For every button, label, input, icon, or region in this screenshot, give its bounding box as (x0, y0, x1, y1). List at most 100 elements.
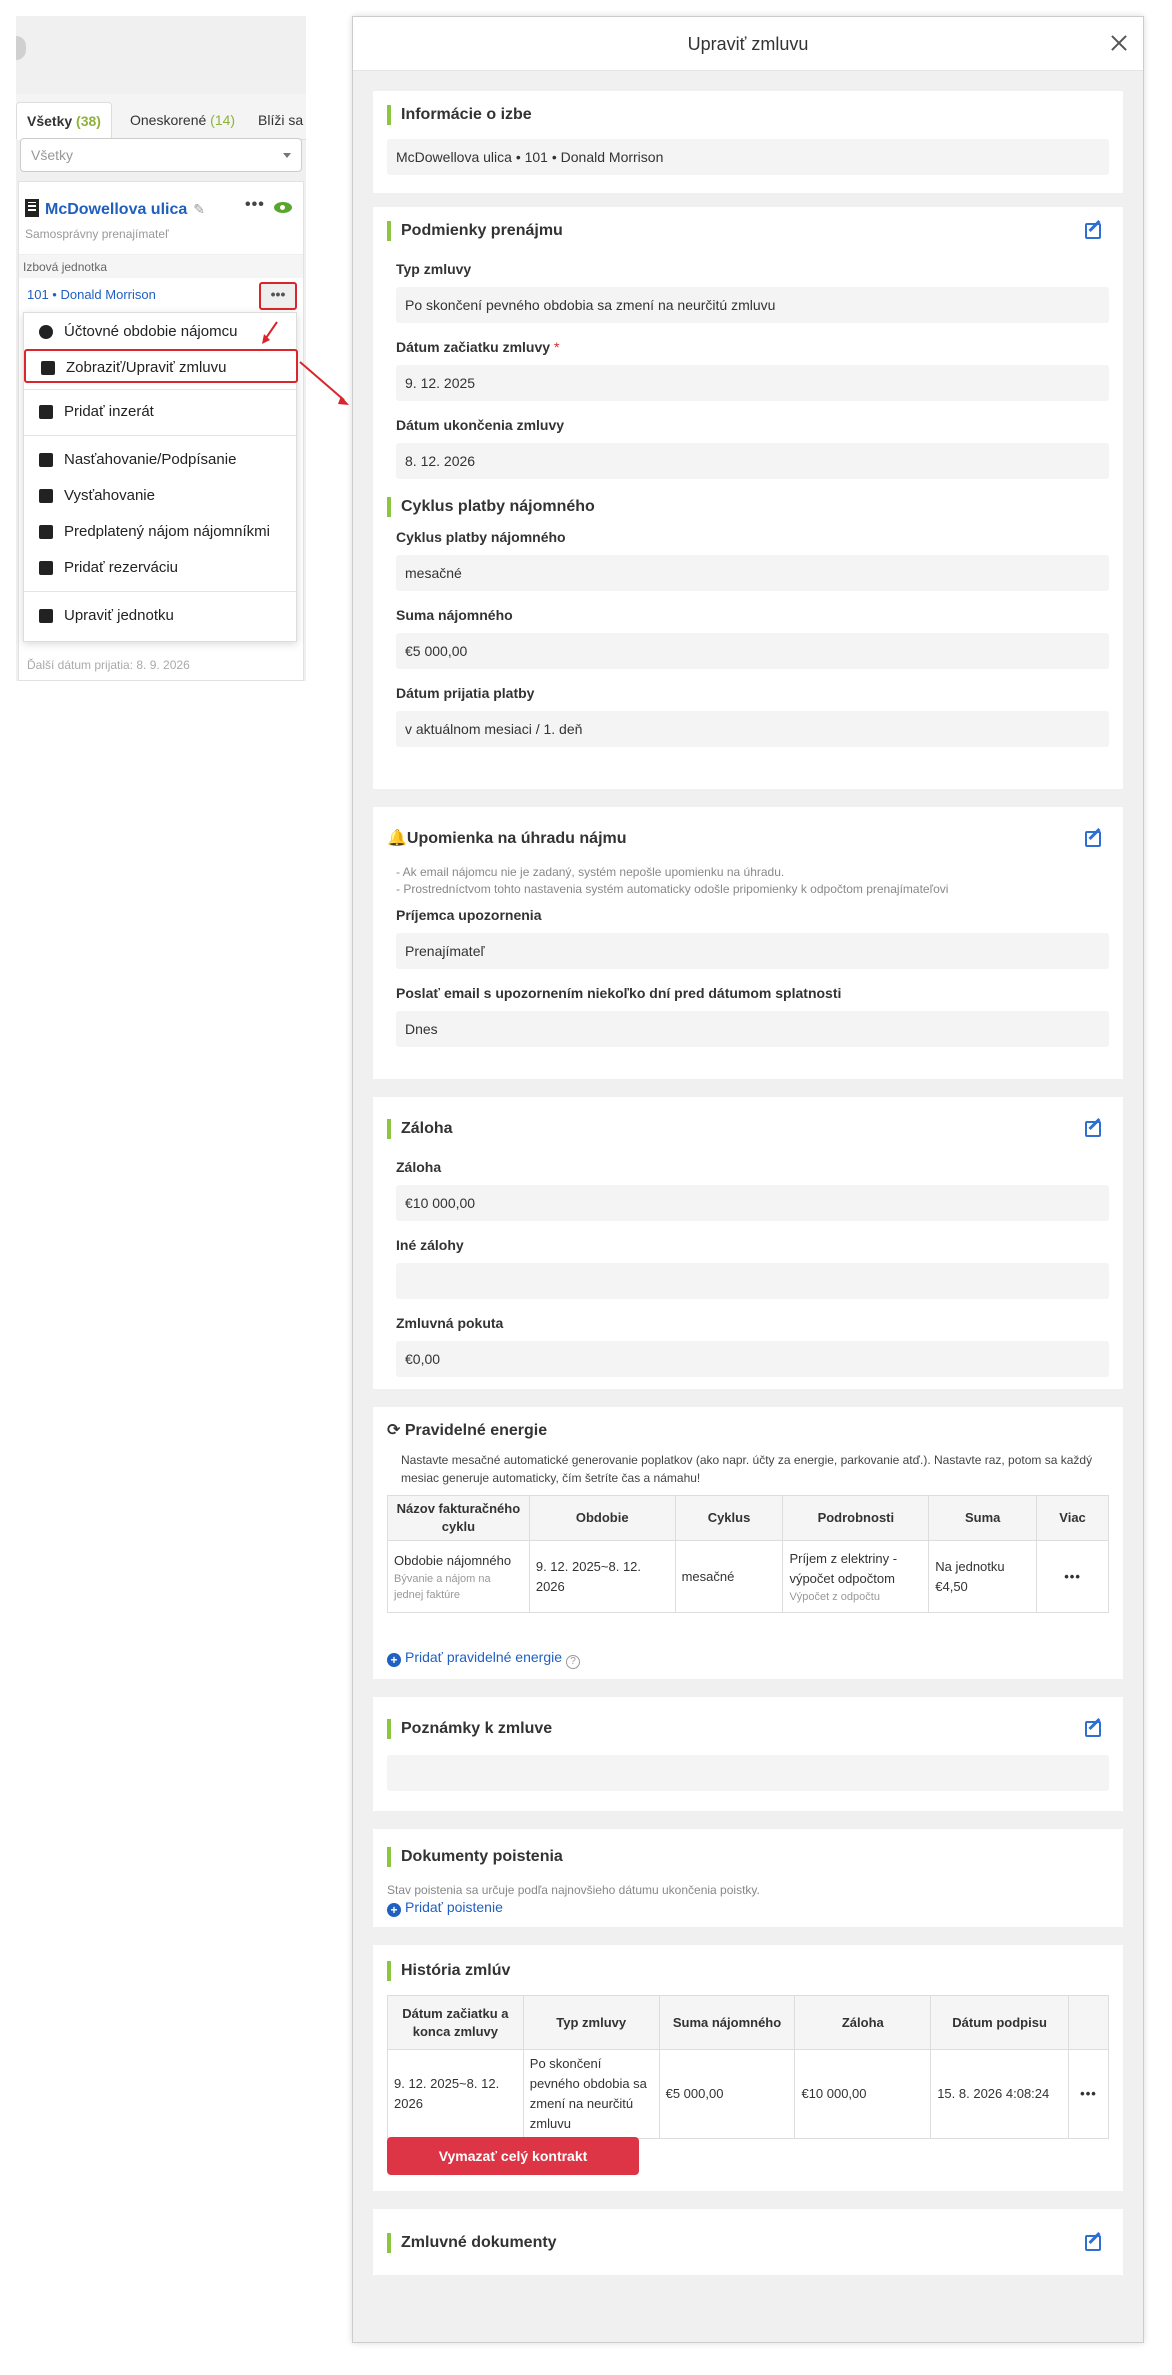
menu-item-billing-period[interactable]: Účtovné obdobie nájomcu (24, 315, 296, 349)
utility-name: Obdobie nájomného (394, 1552, 512, 1568)
penalty-value: €0,00 (396, 1341, 1109, 1377)
edit-icon[interactable] (1085, 223, 1101, 239)
pen-icon (39, 453, 53, 467)
reminder-note: - Prostredníctvom tohto nastavenia systé… (396, 882, 949, 896)
menu-item-label: Nasťahovanie/Podpísanie (64, 451, 237, 468)
eye-icon[interactable] (274, 202, 292, 213)
cell-rent: €5 000,00 (658, 2049, 796, 2139)
payment-cycle-value: mesačné (396, 555, 1109, 591)
menu-item-label: Zobraziť/Upraviť zmluvu (66, 359, 227, 376)
edit-icon[interactable] (1085, 831, 1101, 847)
insurance-note: Stav poistenia sa určuje podľa najnovšie… (387, 1883, 760, 1897)
rent-reminder-section: 🔔Upomienka na úhradu nájmu - Ak email ná… (373, 807, 1123, 1079)
insurance-section: Dokumenty poistenia Stav poistenia sa ur… (373, 1829, 1123, 1927)
edit-icon[interactable] (1085, 2235, 1101, 2251)
menu-item-add-listing[interactable]: Pridať inzerát (24, 395, 296, 429)
section-heading: Záloha (387, 1119, 453, 1139)
utilities-description: Nastavte mesačné automatické generovanie… (401, 1453, 1093, 1485)
property-title[interactable]: McDowellova ulica ✎ (25, 199, 205, 219)
section-heading: Zmluvné dokumenty (387, 2233, 557, 2253)
calendar-icon (39, 561, 53, 575)
unit-more-button[interactable]: ••• (259, 282, 297, 310)
add-utility-link[interactable]: + Pridať pravidelné energie? (387, 1649, 581, 1669)
field-label: Iné zálohy (396, 1237, 464, 1253)
other-deposits-value (396, 1263, 1109, 1299)
divider (24, 591, 296, 592)
help-icon[interactable]: ? (566, 1655, 581, 1669)
table-row: 9. 12. 2025~8. 12. 2026 Po skončení pevn… (387, 2049, 1110, 2139)
property-subtitle: Samosprávny prenajímateľ (25, 227, 169, 241)
cell-dates: 9. 12. 2025~8. 12. 2026 (387, 2049, 524, 2139)
reminder-days-value: Dnes (396, 1011, 1109, 1047)
cell-deposit: €10 000,00 (794, 2049, 932, 2139)
annotation-arrow (299, 361, 345, 401)
column-header: Suma nájomného (658, 1995, 796, 2050)
field-label: Príjemca upozornenia (396, 907, 542, 923)
recurring-utilities-section: ⟳ Pravidelné energie Nastavte mesačné au… (373, 1407, 1123, 1679)
recipient-value: Prenajímateľ (396, 933, 1109, 969)
menu-item-move-out[interactable]: Vysťahovanie (24, 479, 296, 513)
contract-notes-section: Poznámky k zmluve (373, 1697, 1123, 1811)
tab-all[interactable]: Všetky (38) (16, 102, 112, 140)
drawer-title: Upraviť zmluvu (687, 34, 809, 54)
room-info-value: McDowellova ulica • 101 • Donald Morriso… (387, 139, 1109, 175)
tab-upcoming[interactable]: Blíži sa (248, 102, 306, 140)
row-more-button[interactable]: ••• (1036, 1540, 1109, 1613)
end-date-value: 8. 12. 2026 (396, 443, 1109, 479)
contract-history-section: História zmlúv Dátum začiatku a konca zm… (373, 1945, 1123, 2191)
reminder-heading: Upomienka na úhradu nájmu (406, 830, 627, 847)
table-header-row: Názov fakturačného cyklu Obdobie Cyklus … (387, 1495, 1109, 1541)
deposit-value: €10 000,00 (396, 1185, 1109, 1221)
field-label: Dátum začiatku zmluvy * (396, 339, 559, 355)
status-tabs: Všetky (38) Oneskorené (14) Blíži sa (16, 94, 306, 140)
menu-item-add-reservation[interactable]: Pridať rezerváciu (24, 551, 296, 585)
tab-upcoming-label: Blíži sa (258, 112, 304, 128)
add-insurance-link[interactable]: + Pridať poistenie (387, 1899, 503, 1917)
edit-icon[interactable] (1085, 1721, 1101, 1737)
field-label: Poslať email s upozornením niekoľko dní … (396, 985, 842, 1001)
menu-item-view-edit-contract[interactable]: Zobraziť/Upraviť zmluvu (24, 349, 298, 383)
column-header: Cyklus (674, 1495, 784, 1541)
annotation-arrowhead (338, 396, 349, 405)
tab-overdue[interactable]: Oneskorené (14) (120, 102, 245, 140)
filter-select[interactable]: Všetky (20, 138, 302, 172)
row-more-button[interactable]: ••• (1067, 2049, 1110, 2139)
notes-value (387, 1755, 1109, 1791)
close-icon[interactable] (1107, 31, 1131, 55)
contract-type-value: Po skončení pevného obdobia sa zmení na … (396, 287, 1109, 323)
menu-item-prepaid-rent[interactable]: Predplatený nájom nájomníkmi (24, 515, 296, 549)
field-label: Zmluvná pokuta (396, 1315, 504, 1331)
column-header (1067, 1995, 1110, 2050)
menu-item-edit-unit[interactable]: Upraviť jednotku (24, 599, 296, 633)
table-row: Obdobie nájomného Bývanie a nájom na jedn… (387, 1540, 1109, 1613)
property-name[interactable]: McDowellova ulica (45, 201, 187, 218)
column-header: Dátum začiatku a konca zmluvy (387, 1995, 524, 2050)
tab-overdue-count: (14) (210, 112, 236, 128)
add-insurance-label: Pridať poistenie (405, 1899, 503, 1915)
column-header: Podrobnosti (782, 1495, 930, 1541)
field-label: Dátum prijatia platby (396, 685, 535, 701)
column-header: Suma (928, 1495, 1038, 1541)
plus-icon: + (387, 1903, 401, 1917)
back-handle[interactable] (16, 36, 26, 60)
divider (24, 435, 296, 436)
cell-signed: 15. 8. 2026 4:08:24 (930, 2049, 1069, 2139)
section-heading: Podmienky prenájmu (387, 221, 563, 241)
property-more-button[interactable]: ••• (245, 196, 265, 214)
next-receipt-date: Ďalší dátum prijatia: 8. 9. 2026 (27, 658, 190, 672)
edit-icon[interactable] (1085, 1121, 1101, 1137)
menu-item-label: Pridať rezerváciu (64, 559, 179, 576)
prepaid-icon (39, 525, 53, 539)
menu-item-label: Predplatený nájom nájomníkmi (64, 523, 270, 540)
section-heading: Informácie o izbe (387, 105, 532, 125)
menu-item-label: Účtovné obdobie nájomcu (64, 323, 238, 340)
utility-name-sub: Bývanie a nájom na jednej faktúre (394, 1572, 491, 1601)
edit-icon[interactable]: ✎ (193, 201, 205, 217)
rent-amount-value: €5 000,00 (396, 633, 1109, 669)
section-heading: 🔔Upomienka na úhradu nájmu (387, 829, 627, 849)
delete-contract-button[interactable]: Vymazať celý kontrakt (387, 2137, 639, 2175)
reminder-note: - Ak email nájomcu nie je zadaný, systém… (396, 865, 785, 879)
dollar-icon (39, 325, 53, 339)
menu-item-move-in[interactable]: Nasťahovanie/Podpísanie (24, 443, 296, 477)
section-heading: Dokumenty poistenia (387, 1847, 563, 1867)
